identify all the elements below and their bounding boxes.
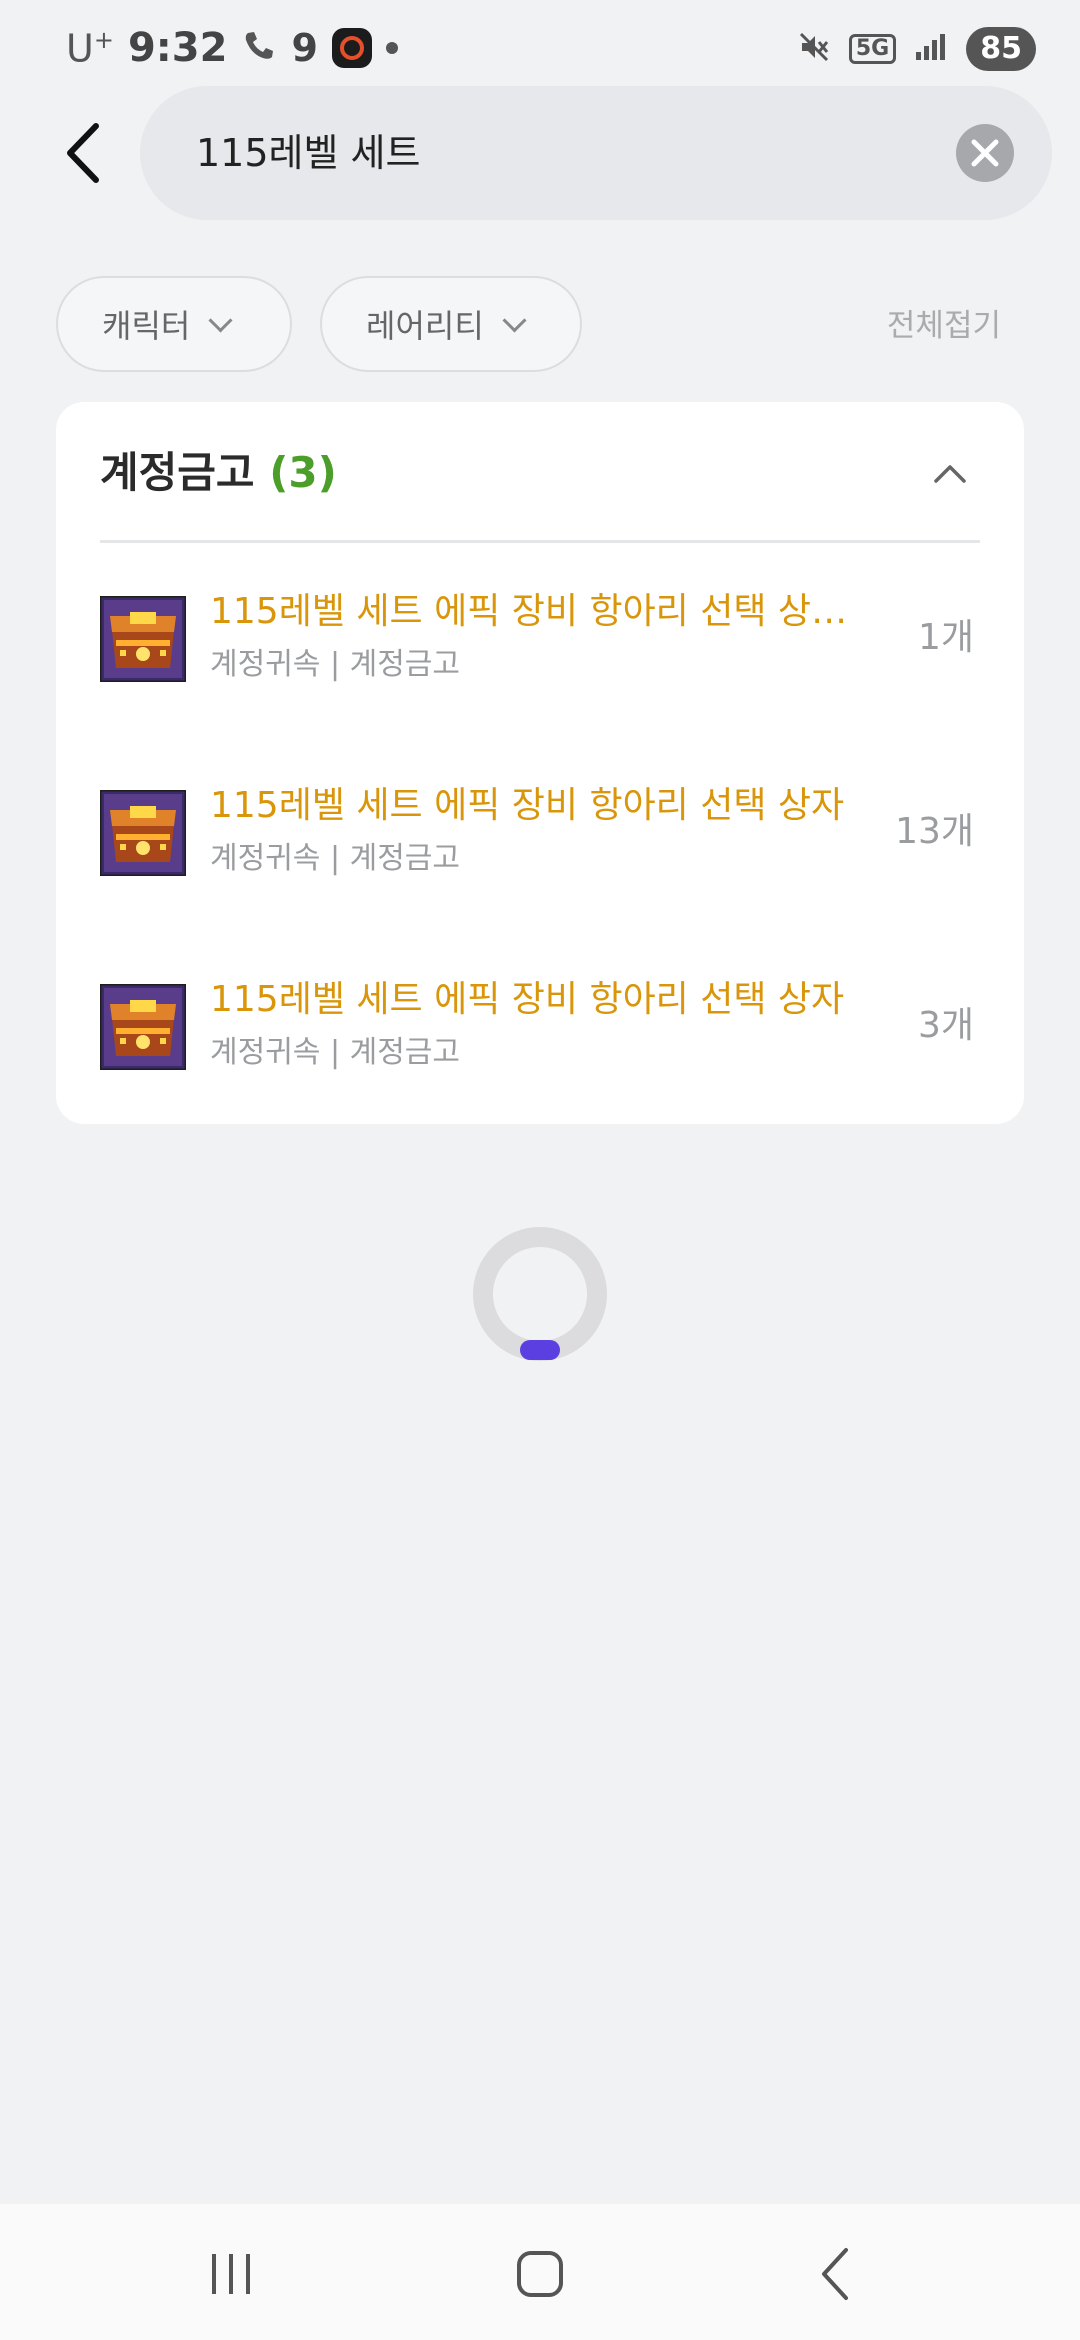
status-right: 5G 85 [797,24,1036,74]
carrier-label: U+ [66,25,114,71]
home-button[interactable] [495,2234,585,2314]
item-quantity: 13개 [895,811,974,852]
app-notification-icon [331,28,372,68]
item-title: 115레벨 세트 에픽 장비 항아리 선택 상자 (… [210,591,860,632]
system-back-button[interactable] [792,2234,882,2314]
section-header[interactable]: 계정금고 (3) [100,442,337,504]
character-filter-dropdown[interactable]: 캐릭터 [56,276,292,372]
back-button[interactable] [56,118,116,188]
notification-count: 9 [291,26,318,70]
item-subtitle: 계정귀속 | 계정금고 [210,647,461,682]
recent-apps-icon [212,2254,250,2294]
clock: 9:32 [127,25,228,71]
list-item[interactable]: 115레벨 세트 에픽 장비 항아리 선택 상자 (… 계정귀속 | 계정금고 … [98,564,980,714]
loading-spinner [473,1227,607,1361]
back-arrow-icon [67,123,99,183]
item-chest-icon [98,788,188,878]
list-item[interactable]: 115레벨 세트 에픽 장비 항아리 선택 상자 계정귀속 | 계정금고 3개 [98,952,980,1102]
item-quantity: 3개 [917,1005,974,1046]
account-storage-section: 계정금고 (3) 115레벨 세트 에픽 장비 항아리 선택 상자 (… 계정귀… [56,402,1024,1124]
chevron-down-icon [208,307,233,333]
search-query-text[interactable]: 115레벨 세트 [196,86,420,220]
item-subtitle: 계정귀속 | 계정금고 [210,841,461,876]
item-quantity: 1개 [917,617,974,658]
call-icon [241,28,277,68]
search-input[interactable]: 115레벨 세트 [140,86,1052,220]
status-left: U+ 9:32 9 [66,22,398,74]
item-chest-icon [98,594,188,684]
section-divider [100,540,980,543]
item-subtitle: 계정귀속 | 계정금고 [210,1035,461,1070]
battery-indicator: 85 [966,27,1036,71]
home-icon [517,2251,563,2297]
system-navigation-bar [0,2204,1080,2340]
collapse-all-button[interactable]: 전체접기 [887,300,1001,345]
close-icon [971,139,999,167]
section-title: 계정금고 [100,448,255,497]
section-collapse-button[interactable] [920,444,980,504]
network-type-icon: 5G [848,34,897,64]
clear-search-button[interactable] [956,124,1014,182]
more-notifications-dot [385,42,398,54]
chevron-down-icon [502,307,527,333]
rarity-filter-dropdown[interactable]: 레어리티 [320,276,582,372]
item-title: 115레벨 세트 에픽 장비 항아리 선택 상자 [210,979,845,1020]
back-icon [822,2248,848,2300]
recent-apps-button[interactable] [186,2234,276,2314]
mute-icon [797,30,831,68]
status-bar: U+ 9:32 9 5G 85 [0,0,1080,96]
item-title: 115레벨 세트 에픽 장비 항아리 선택 상자 [210,785,845,826]
character-filter-label: 캐릭터 [102,307,191,345]
rarity-filter-label: 레어리티 [366,307,484,345]
signal-icon [914,32,948,66]
section-count: (3) [269,448,337,497]
item-chest-icon [98,982,188,1072]
chevron-up-icon [934,465,966,483]
list-item[interactable]: 115레벨 세트 에픽 장비 항아리 선택 상자 계정귀속 | 계정금고 13개 [98,758,980,908]
